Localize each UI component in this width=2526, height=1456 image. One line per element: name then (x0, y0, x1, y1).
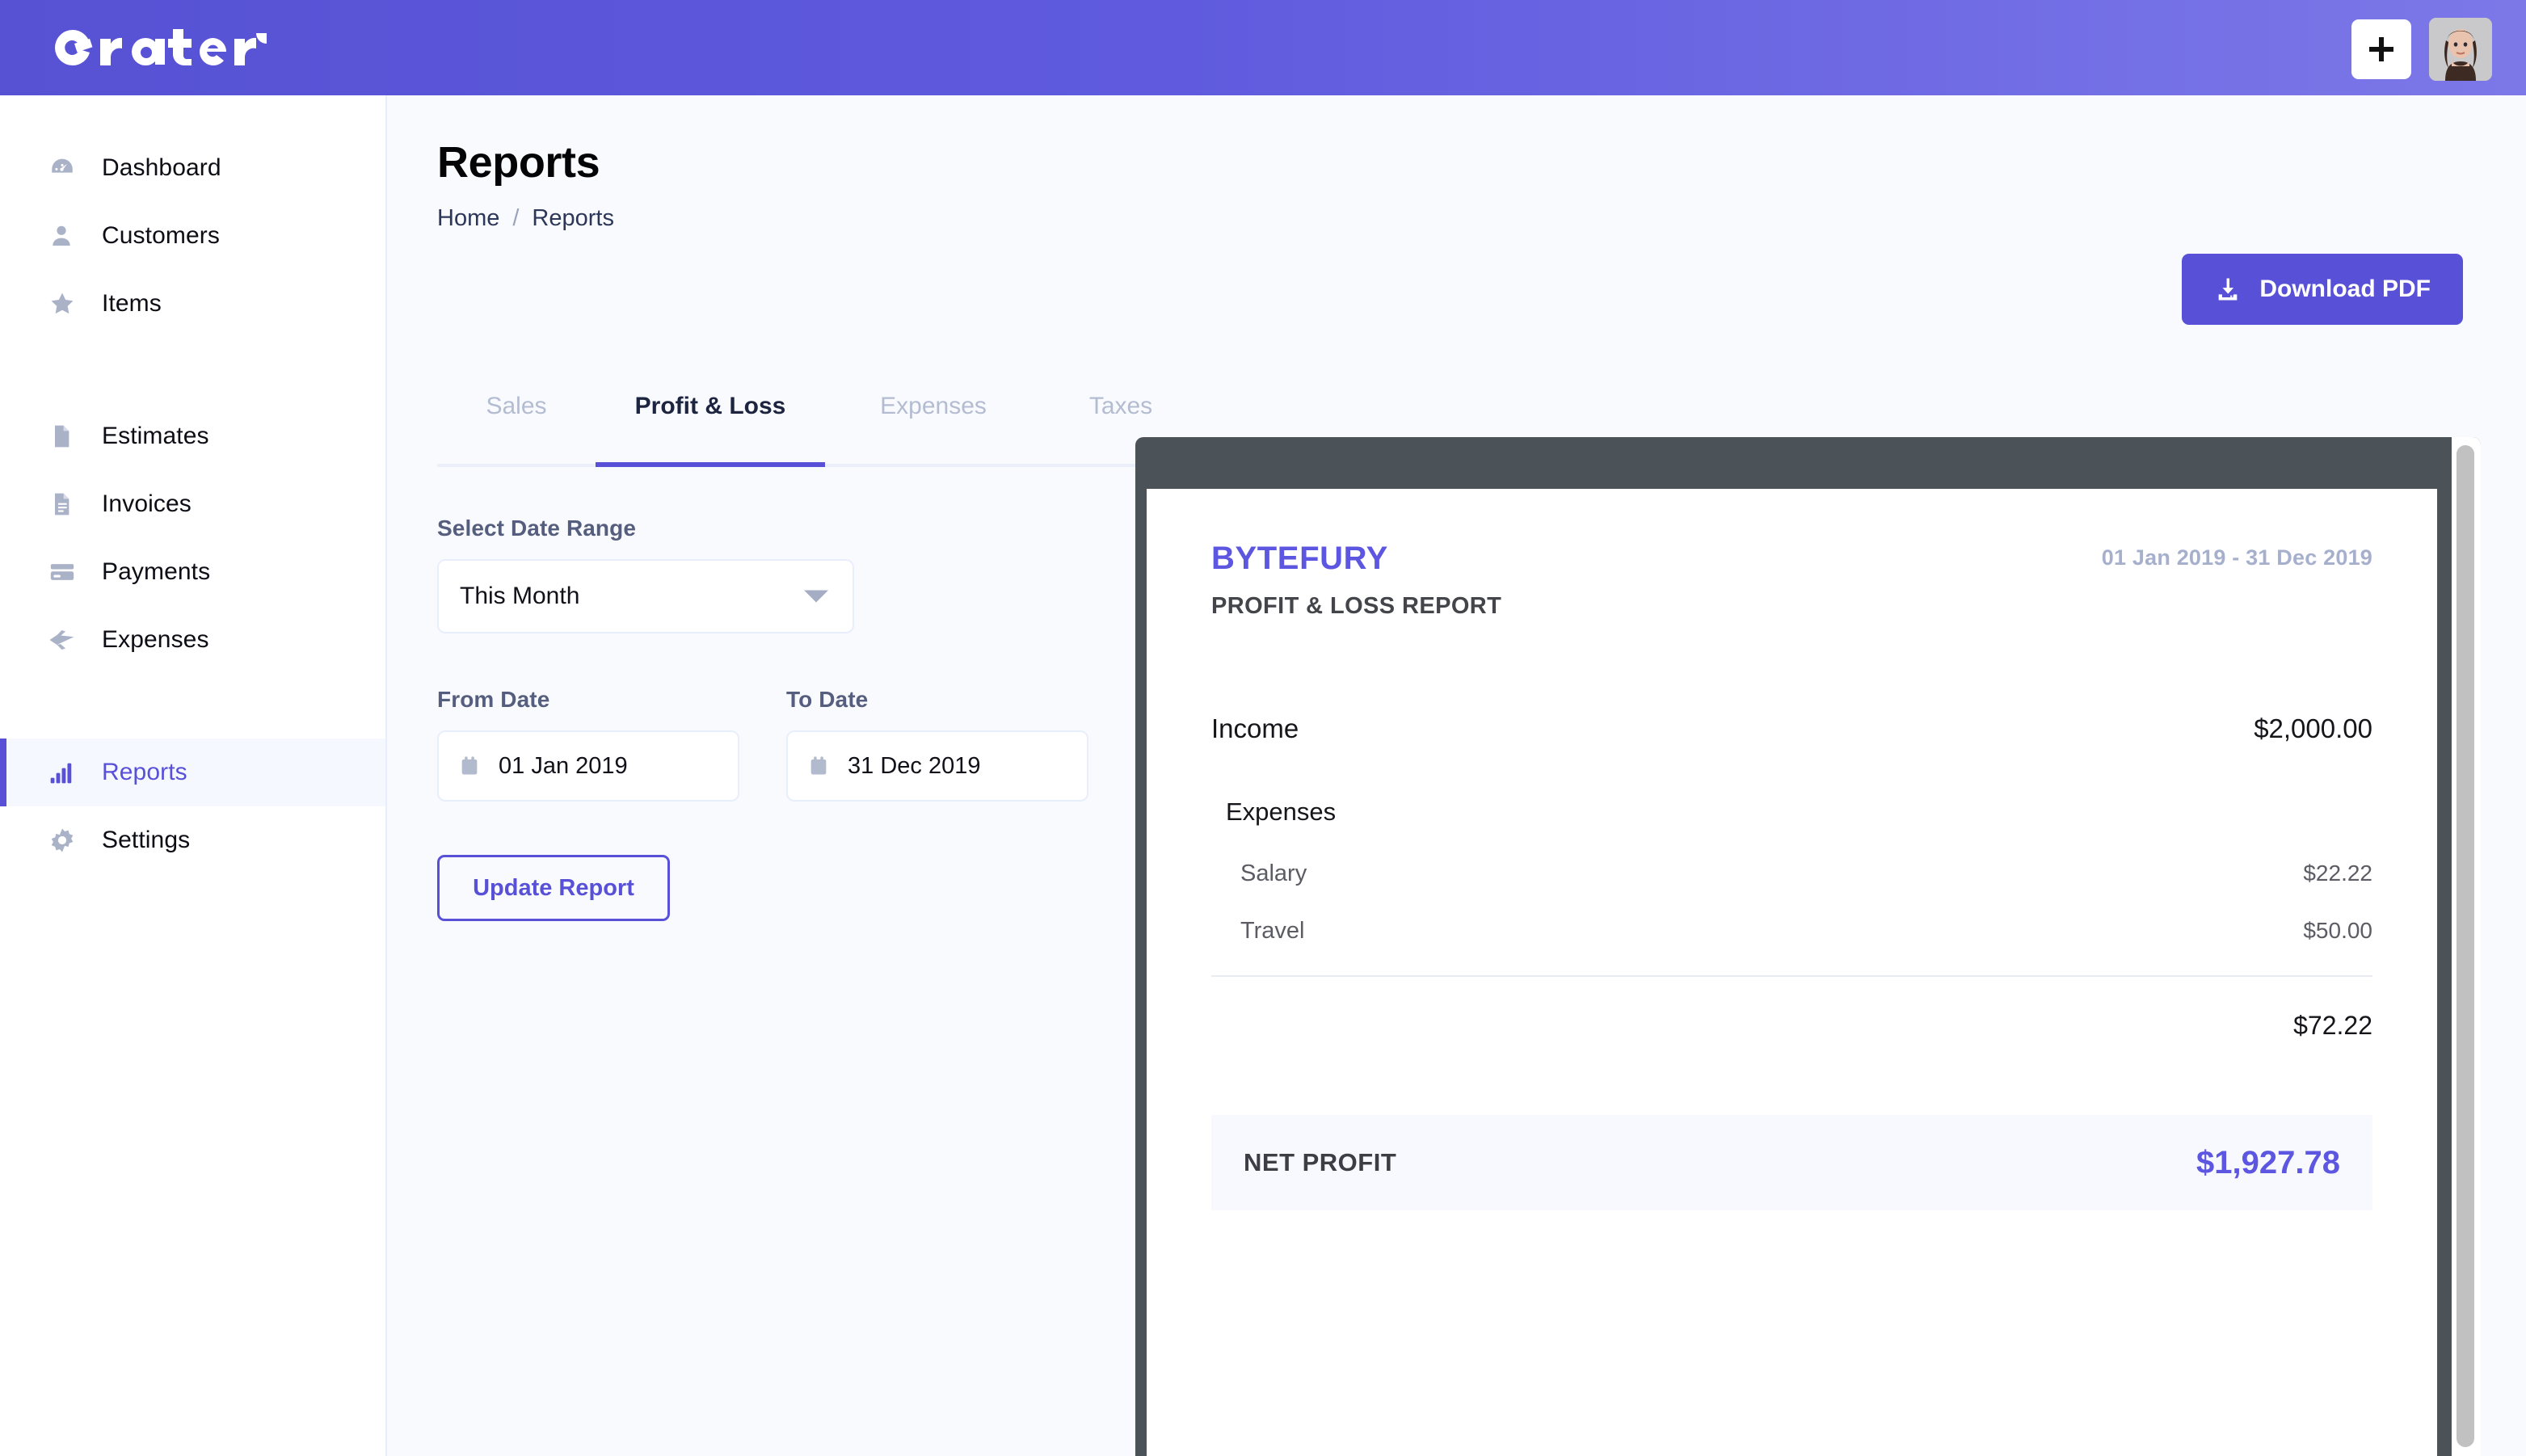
sidebar-item-label: Settings (102, 827, 191, 853)
expense-value: $22.22 (2303, 861, 2372, 886)
sidebar-item-label: Items (102, 290, 162, 317)
sidebar-item-label: Invoices (102, 490, 192, 517)
sidebar-item-label: Payments (102, 558, 211, 585)
sidebar-item-dashboard[interactable]: Dashboard (0, 134, 385, 202)
expenses-heading: Expenses (1226, 797, 1337, 826)
sidebar-item-customers[interactable]: Customers (0, 202, 385, 270)
gear-icon (48, 827, 84, 854)
from-date-input[interactable]: 01 Jan 2019 (437, 730, 739, 802)
expenses-total-value: $72.22 (2293, 1011, 2372, 1040)
bar-chart-icon (48, 760, 84, 785)
plus-icon (2365, 33, 2398, 65)
sidebar-item-label: Expenses (102, 626, 209, 653)
paper-plane-icon (48, 625, 84, 654)
from-date-label: From Date (437, 687, 550, 712)
income-row: Income $2,000.00 (1211, 713, 2372, 744)
to-date-group: To Date 31 Dec 2019 (786, 687, 1088, 802)
date-range-select[interactable]: This Month (437, 559, 854, 633)
sidebar-item-label: Reports (102, 759, 187, 785)
net-profit-value: $1,927.78 (2196, 1144, 2340, 1180)
report-subtitle: PROFIT & LOSS REPORT (1211, 593, 1502, 619)
sidebar-divider-gap (0, 338, 385, 402)
add-new-button[interactable] (2351, 19, 2411, 79)
page-title: Reports (437, 138, 600, 187)
sidebar-item-payments[interactable]: Payments (0, 538, 385, 606)
expense-label: Salary (1240, 861, 1307, 886)
avatar[interactable] (2429, 18, 2492, 81)
download-pdf-button[interactable]: Download PDF (2182, 254, 2463, 325)
breadcrumb-item-home[interactable]: Home (437, 205, 499, 232)
sidebar-item-label: Estimates (102, 423, 209, 449)
download-icon (2214, 276, 2242, 303)
report-filters: Select Date Range This Month From Date 0… (437, 515, 1148, 921)
tab-sales[interactable]: Sales (437, 393, 596, 464)
sidebar-item-invoices[interactable]: Invoices (0, 470, 385, 538)
to-date-label: To Date (786, 687, 869, 712)
from-date-group: From Date 01 Jan 2019 (437, 687, 739, 802)
breadcrumb-separator: / (512, 205, 520, 231)
expense-label: Travel (1240, 918, 1305, 944)
calendar-icon (458, 755, 481, 777)
report-date-range: 01 Jan 2019 - 31 Dec 2019 (2101, 545, 2372, 570)
from-date-value: 01 Jan 2019 (499, 752, 628, 779)
breadcrumb-item-reports[interactable]: Reports (532, 205, 614, 232)
download-pdf-label: Download PDF (2259, 276, 2431, 302)
expense-value: $50.00 (2303, 918, 2372, 943)
to-date-input[interactable]: 31 Dec 2019 (786, 730, 1088, 802)
credit-card-icon (48, 558, 84, 586)
date-inputs-row: From Date 01 Jan 2019 To Date 31 Dec 201… (437, 687, 1148, 802)
preview-scrollbar-thumb[interactable] (2457, 445, 2474, 1447)
date-range-value: This Month (460, 583, 580, 609)
tab-profit-loss[interactable]: Profit & Loss (596, 393, 825, 467)
report-body: Income $2,000.00 Expenses Salary $22.22 … (1211, 713, 2372, 1210)
report-document-header: BYTEFURY PROFIT & LOSS REPORT 01 Jan 201… (1211, 541, 2372, 620)
report-document: BYTEFURY PROFIT & LOSS REPORT 01 Jan 201… (1147, 489, 2437, 1456)
calendar-icon (807, 755, 830, 777)
topbar-actions (2351, 18, 2492, 81)
page-header: Reports Home / Reports (437, 137, 614, 232)
sidebar-item-label: Customers (102, 222, 220, 249)
tab-expenses[interactable]: Expenses (825, 393, 1042, 464)
sidebar-item-settings[interactable]: Settings (0, 806, 385, 874)
expense-row: Travel $50.00 (1226, 918, 2372, 945)
net-profit-label: NET PROFIT (1244, 1148, 1397, 1176)
sidebar-item-expenses[interactable]: Expenses (0, 606, 385, 674)
sidebar-item-label: Dashboard (102, 154, 221, 181)
invoice-document-icon (48, 491, 84, 517)
sidebar-item-reports[interactable]: Reports (0, 739, 385, 806)
net-profit-row: NET PROFIT $1,927.78 (1211, 1115, 2372, 1210)
report-preview-frame: BYTEFURY PROFIT & LOSS REPORT 01 Jan 201… (1135, 437, 2481, 1456)
sidebar-item-items[interactable]: Items (0, 270, 385, 338)
app-logo[interactable] (50, 24, 276, 71)
user-icon (48, 223, 84, 249)
sidebar-divider-gap-2 (0, 674, 385, 739)
update-report-button[interactable]: Update Report (437, 855, 670, 921)
dashboard-gauge-icon (48, 154, 84, 182)
breadcrumb: Home / Reports (437, 205, 614, 232)
expenses-list: Salary $22.22 Travel $50.00 (1211, 861, 2372, 945)
income-value: $2,000.00 (2254, 713, 2372, 743)
sidebar: Dashboard Customers Items Estimates Invo… (0, 95, 387, 1456)
income-label: Income (1211, 713, 1299, 743)
date-range-label: Select Date Range (437, 515, 637, 541)
expenses-divider (1211, 975, 2372, 977)
document-icon (48, 423, 84, 449)
expense-row: Salary $22.22 (1226, 861, 2372, 887)
report-company-name: BYTEFURY (1211, 541, 1388, 576)
top-bar (0, 0, 2526, 95)
star-icon (48, 290, 84, 318)
sidebar-item-estimates[interactable]: Estimates (0, 402, 385, 470)
main-content: Reports Home / Reports Download PDF Sale… (389, 95, 2526, 1456)
preview-scrollbar[interactable] (2452, 437, 2481, 1456)
chevron-down-icon (804, 590, 828, 603)
to-date-value: 31 Dec 2019 (848, 752, 981, 779)
